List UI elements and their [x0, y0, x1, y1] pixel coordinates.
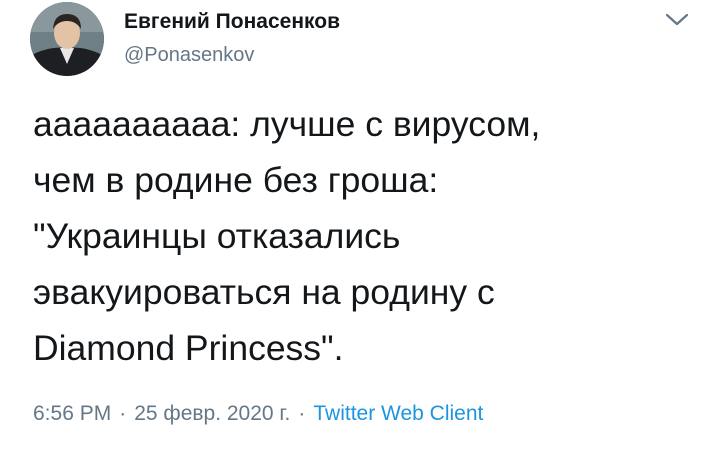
username-handle[interactable]: @Ponasenkov [124, 44, 254, 67]
tweet-text: ааааааааaa: лучше с вирусом, чем в родин… [33, 104, 541, 368]
meta-separator: · [298, 402, 306, 425]
avatar[interactable] [30, 2, 104, 76]
tweet-date[interactable]: 25 февр. 2020 г. [134, 402, 290, 425]
meta-separator: · [119, 402, 127, 425]
chevron-down-icon[interactable] [664, 8, 690, 30]
tweet-source-link[interactable]: Twitter Web Client [313, 402, 483, 425]
avatar-image [30, 2, 104, 76]
tweet-time[interactable]: 6:56 PM [33, 402, 111, 425]
tweet-card: Евгений Понасенков @Ponasenkov ааааааааa… [0, 0, 720, 454]
tweet-meta: 6:56 PM · 25 февр. 2020 г. · Twitter Web Cli… [33, 402, 483, 426]
display-name[interactable]: Евгений Понасенков [124, 10, 340, 34]
